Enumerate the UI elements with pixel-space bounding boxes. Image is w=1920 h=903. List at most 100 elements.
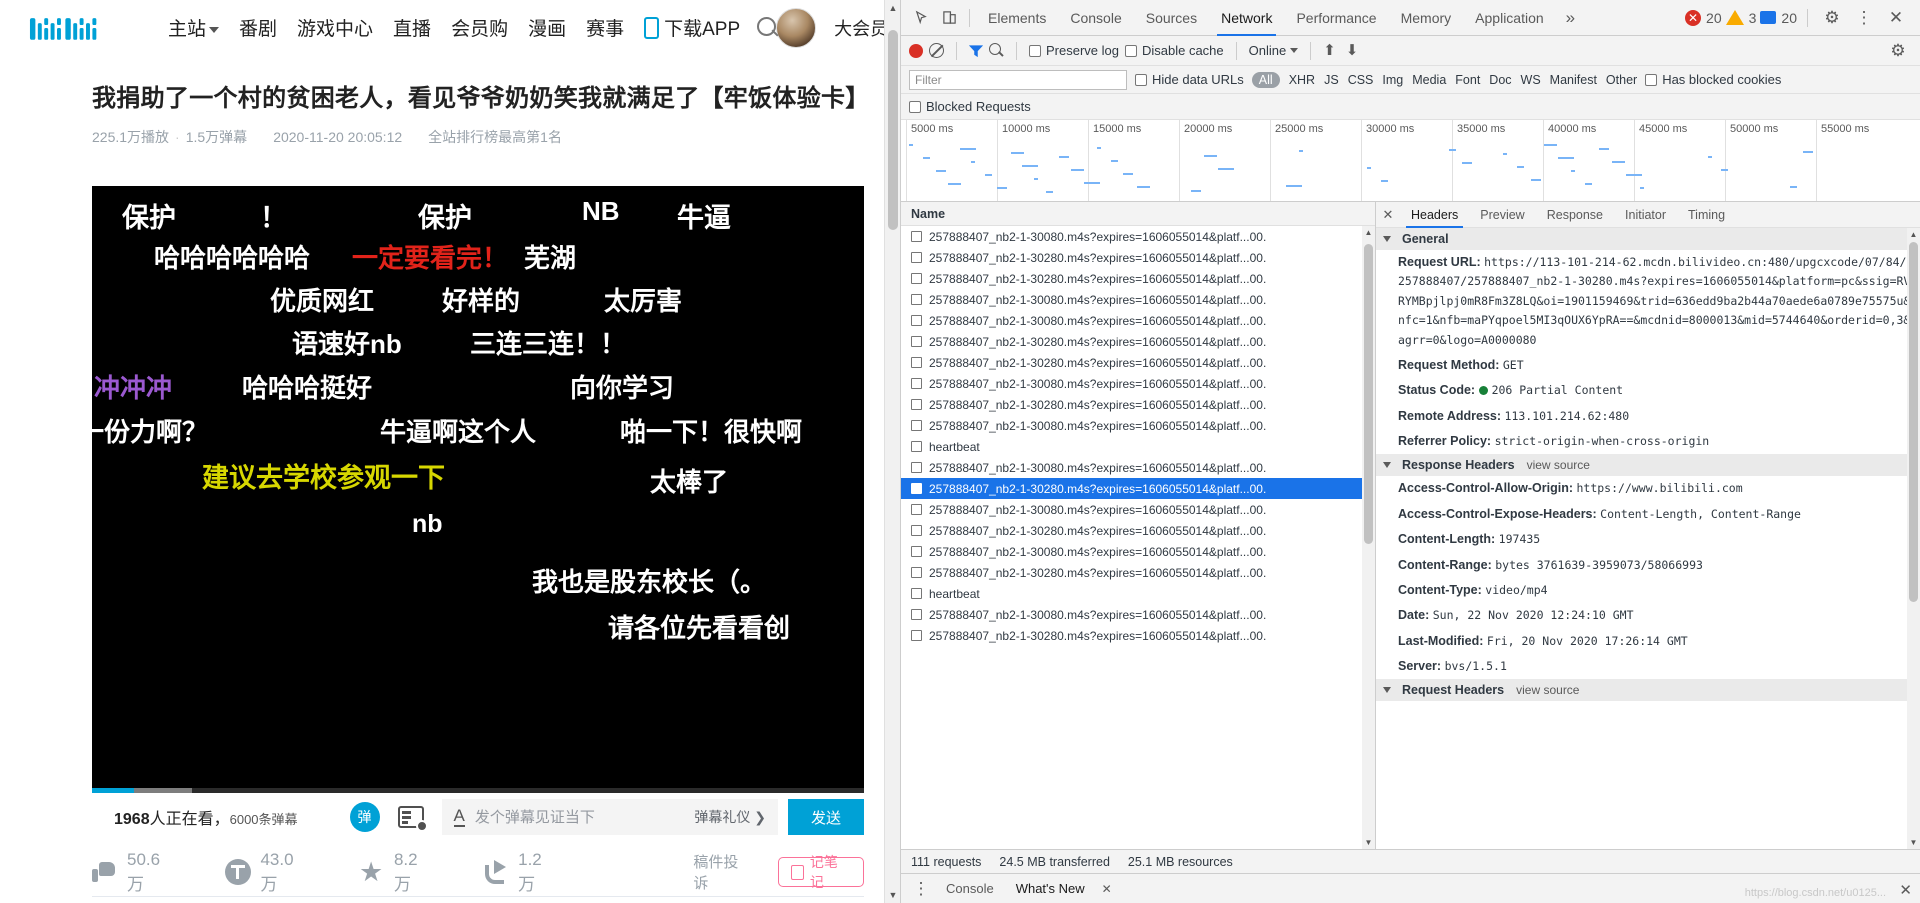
request-row[interactable]: 257888407_nb2-1-30080.m4s?expires=160605… bbox=[901, 499, 1375, 520]
page-scrollbar[interactable]: ▲ ▼ bbox=[884, 0, 900, 903]
filter-icon[interactable] bbox=[969, 44, 983, 58]
scroll-up-arrow[interactable]: ▲ bbox=[1907, 228, 1920, 241]
request-checkbox[interactable] bbox=[911, 315, 922, 326]
blocked-requests-checkbox[interactable]: Blocked Requests bbox=[909, 99, 1031, 114]
type-filter-doc[interactable]: Doc bbox=[1489, 73, 1511, 87]
clear-icon[interactable] bbox=[929, 43, 944, 58]
detail-tab-timing[interactable]: Timing bbox=[1677, 202, 1736, 228]
close-devtools-icon[interactable]: ✕ bbox=[1882, 4, 1910, 32]
detail-tab-response[interactable]: Response bbox=[1536, 202, 1614, 228]
filter-input[interactable] bbox=[909, 69, 1127, 90]
request-checkbox[interactable] bbox=[911, 294, 922, 305]
type-filter-font[interactable]: Font bbox=[1455, 73, 1480, 87]
request-row[interactable]: 257888407_nb2-1-30080.m4s?expires=160605… bbox=[901, 226, 1375, 247]
request-row[interactable]: 257888407_nb2-1-30080.m4s?expires=160605… bbox=[901, 289, 1375, 310]
scrollbar-thumb[interactable] bbox=[1364, 244, 1373, 544]
device-toolbar-icon[interactable] bbox=[935, 5, 963, 31]
inspect-element-icon[interactable] bbox=[907, 5, 935, 31]
scroll-down-arrow[interactable]: ▼ bbox=[1907, 836, 1920, 849]
bilibili-logo[interactable] bbox=[28, 8, 146, 48]
request-checkbox[interactable] bbox=[911, 336, 922, 347]
record-button[interactable] bbox=[909, 43, 923, 58]
request-checkbox[interactable] bbox=[911, 252, 922, 263]
danmaku-etiquette-link[interactable]: 弹幕礼仪 ❯ bbox=[694, 807, 766, 827]
throttling-select[interactable]: Online bbox=[1249, 43, 1299, 58]
request-row[interactable]: 257888407_nb2-1-30280.m4s?expires=160605… bbox=[901, 352, 1375, 373]
request-row[interactable]: 257888407_nb2-1-30280.m4s?expires=160605… bbox=[901, 268, 1375, 289]
request-checkbox[interactable] bbox=[911, 378, 922, 389]
drawer-tab-whats-new[interactable]: What's New bbox=[1005, 874, 1096, 903]
request-row[interactable]: 257888407_nb2-1-30280.m4s?expires=160605… bbox=[901, 394, 1375, 415]
request-headers-section-header[interactable]: Request Headers view source bbox=[1376, 679, 1920, 702]
scroll-up-arrow[interactable]: ▲ bbox=[885, 0, 900, 16]
nav-item-manga[interactable]: 漫画 bbox=[528, 14, 566, 41]
hide-data-urls-checkbox[interactable]: Hide data URLs bbox=[1135, 72, 1244, 87]
tab-application[interactable]: Application bbox=[1463, 0, 1556, 36]
request-row[interactable]: 257888407_nb2-1-30280.m4s?expires=160605… bbox=[901, 247, 1375, 268]
tab-network[interactable]: Network bbox=[1209, 0, 1284, 36]
nav-item-shop[interactable]: 会员购 bbox=[451, 14, 508, 41]
scroll-up-arrow[interactable]: ▲ bbox=[1362, 226, 1375, 239]
request-checkbox[interactable] bbox=[911, 483, 922, 494]
request-row[interactable]: 257888407_nb2-1-30080.m4s?expires=160605… bbox=[901, 373, 1375, 394]
nav-item-game-center[interactable]: 游戏中心 bbox=[297, 14, 373, 41]
request-row[interactable]: 257888407_nb2-1-30080.m4s?expires=160605… bbox=[901, 310, 1375, 331]
drawer-tab-console[interactable]: Console bbox=[935, 874, 1005, 903]
tab-console[interactable]: Console bbox=[1058, 0, 1133, 36]
response-headers-section-header[interactable]: Response Headers view source bbox=[1376, 454, 1920, 477]
share-button[interactable]: 1.2万 bbox=[483, 850, 557, 895]
search-icon[interactable] bbox=[989, 43, 1004, 58]
network-settings-gear-icon[interactable]: ⚙ bbox=[1884, 37, 1912, 65]
request-row[interactable]: 257888407_nb2-1-30280.m4s?expires=160605… bbox=[901, 520, 1375, 541]
request-row[interactable]: 257888407_nb2-1-30280.m4s?expires=160605… bbox=[901, 331, 1375, 352]
request-row[interactable]: 257888407_nb2-1-30280.m4s?expires=160605… bbox=[901, 562, 1375, 583]
network-overview-timeline[interactable]: 5000 ms 10000 ms 15000 ms 20000 ms 25000 ms 3… bbox=[901, 120, 1920, 202]
settings-gear-icon[interactable]: ⚙ bbox=[1818, 4, 1846, 32]
import-har-icon[interactable]: ⬆ bbox=[1323, 43, 1336, 58]
send-danmaku-button[interactable]: 发送 bbox=[788, 799, 864, 835]
scroll-down-arrow[interactable]: ▼ bbox=[1362, 836, 1375, 849]
detail-content[interactable]: General Request URL: https://113-101-214… bbox=[1376, 228, 1920, 849]
view-source-link[interactable]: view source bbox=[1527, 458, 1590, 472]
complaint-link[interactable]: 稿件投诉 bbox=[693, 851, 752, 893]
type-filter-css[interactable]: CSS bbox=[1348, 73, 1374, 87]
danmaku-settings-icon[interactable] bbox=[397, 806, 428, 832]
request-row[interactable]: heartbeat bbox=[901, 436, 1375, 457]
request-row[interactable]: 257888407_nb2-1-30080.m4s?expires=160605… bbox=[901, 541, 1375, 562]
nav-item-bangumi[interactable]: 番剧 bbox=[239, 14, 277, 41]
type-filter-manifest[interactable]: Manifest bbox=[1550, 73, 1597, 87]
has-blocked-cookies-checkbox[interactable]: Has blocked cookies bbox=[1645, 72, 1781, 87]
type-filter-xhr[interactable]: XHR bbox=[1289, 73, 1315, 87]
request-checkbox[interactable] bbox=[911, 273, 922, 284]
danmaku-input[interactable] bbox=[474, 808, 685, 826]
scrollbar-thumb[interactable] bbox=[1909, 242, 1918, 602]
request-checkbox[interactable] bbox=[911, 231, 922, 242]
type-filter-img[interactable]: Img bbox=[1382, 73, 1403, 87]
type-filter-all[interactable]: All bbox=[1251, 71, 1280, 88]
take-note-button[interactable]: 记笔记 bbox=[778, 854, 864, 890]
coin-button[interactable]: 43.0万 bbox=[225, 850, 308, 895]
request-list[interactable]: 257888407_nb2-1-30080.m4s?expires=160605… bbox=[901, 226, 1375, 849]
general-section-header[interactable]: General bbox=[1376, 228, 1920, 250]
type-filter-js[interactable]: JS bbox=[1324, 73, 1339, 87]
avatar[interactable] bbox=[776, 7, 817, 48]
request-checkbox[interactable] bbox=[911, 462, 922, 473]
kebab-menu-icon[interactable]: ⋮ bbox=[1850, 4, 1878, 32]
download-app-button[interactable]: 下载APP bbox=[644, 14, 740, 41]
type-filter-other[interactable]: Other bbox=[1606, 73, 1637, 87]
request-checkbox[interactable] bbox=[911, 441, 922, 452]
vip-link[interactable]: 大会员 bbox=[834, 15, 888, 41]
close-detail-icon[interactable]: ✕ bbox=[1376, 207, 1400, 223]
preserve-log-checkbox[interactable]: Preserve log bbox=[1029, 43, 1119, 58]
tab-sources[interactable]: Sources bbox=[1134, 0, 1209, 36]
request-checkbox[interactable] bbox=[911, 525, 922, 536]
tab-elements[interactable]: Elements bbox=[976, 0, 1058, 36]
nav-item-esports[interactable]: 赛事 bbox=[586, 14, 624, 41]
request-row[interactable]: 257888407_nb2-1-30280.m4s?expires=160605… bbox=[901, 625, 1375, 646]
request-checkbox[interactable] bbox=[911, 567, 922, 578]
disable-cache-checkbox[interactable]: Disable cache bbox=[1124, 43, 1224, 58]
detail-tab-headers[interactable]: Headers bbox=[1400, 202, 1469, 228]
scroll-down-arrow[interactable]: ▼ bbox=[885, 887, 900, 903]
like-button[interactable]: 50.6万 bbox=[92, 850, 175, 895]
type-filter-media[interactable]: Media bbox=[1412, 73, 1446, 87]
